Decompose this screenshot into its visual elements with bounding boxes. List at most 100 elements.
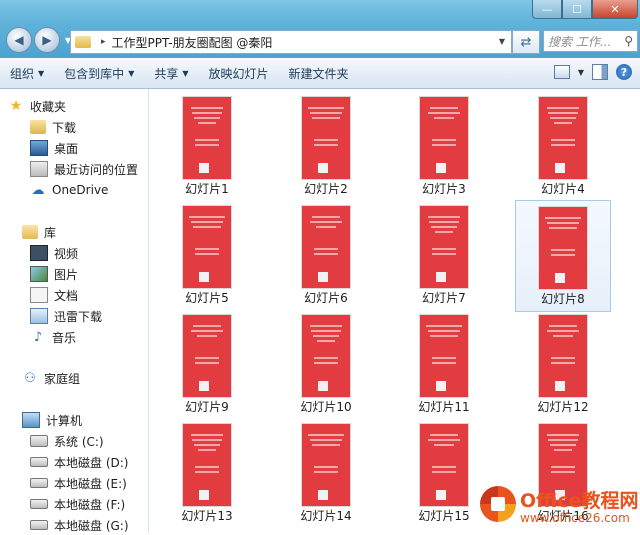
- breadcrumb-current[interactable]: 工作型PPT-朋友圈配图 @秦阳: [112, 34, 273, 51]
- maximize-button[interactable]: ☐: [562, 0, 592, 19]
- file-item[interactable]: 幻灯片11: [396, 309, 492, 421]
- slide-thumbnail: [420, 97, 468, 179]
- file-name: 幻灯片5: [185, 291, 229, 305]
- slide-thumbnail: [183, 206, 231, 288]
- sidebar-item-computer[interactable]: 计算机: [22, 410, 82, 430]
- slide-thumbnail: [420, 424, 468, 506]
- sidebar-item-music[interactable]: ♪ 音乐: [30, 327, 76, 347]
- recent-places-icon: [30, 161, 48, 177]
- sidebar-item-label: 最近访问的位置: [54, 162, 139, 177]
- include-library-label: 包含到库中: [64, 66, 125, 81]
- document-icon: [30, 287, 48, 303]
- new-folder-button[interactable]: 新建文件夹: [279, 65, 359, 82]
- file-name: 幻灯片2: [304, 182, 348, 196]
- file-item[interactable]: 幻灯片10: [278, 309, 374, 421]
- sidebar-item-onedrive[interactable]: ☁ OneDrive: [30, 180, 109, 200]
- slideshow-label: 放映幻灯片: [208, 66, 269, 81]
- search-placeholder: 搜索 工作...: [548, 34, 612, 49]
- sidebar-item-label: 家庭组: [44, 371, 81, 386]
- drive-icon: [30, 520, 48, 530]
- sidebar-item-label: 图片: [54, 267, 79, 282]
- office-logo-icon: [480, 486, 516, 522]
- slide-thumbnail: [183, 424, 231, 506]
- view-icon[interactable]: [553, 65, 570, 79]
- organize-menu[interactable]: 组织 ▼: [0, 65, 54, 82]
- refresh-button[interactable]: ⇄: [512, 30, 540, 54]
- sidebar-item-homegroup[interactable]: ⚇ 家庭组: [22, 368, 80, 388]
- sidebar-item-desktop[interactable]: 桌面: [30, 138, 78, 158]
- slide-thumbnail: [539, 315, 587, 397]
- drive-icon: [30, 499, 48, 509]
- forward-button[interactable]: ▶: [34, 27, 60, 53]
- command-bar: 组织 ▼ 包含到库中 ▼ 共享 ▼ 放映幻灯片 新建文件夹 ▼ ?: [0, 58, 640, 89]
- picture-icon: [30, 266, 48, 282]
- sidebar-item-downloads[interactable]: 下载: [30, 117, 76, 137]
- sidebar-item-label: 库: [44, 225, 57, 240]
- sidebar-item-favorites[interactable]: ★ 收藏夹: [8, 96, 66, 116]
- watermark-url: www.office26.com: [520, 511, 630, 525]
- back-button[interactable]: ◀: [6, 27, 32, 53]
- sidebar-item-drive-c[interactable]: 系统 (C:): [30, 431, 104, 451]
- sidebar-item-recent[interactable]: 最近访问的位置: [30, 159, 138, 179]
- file-name: 幻灯片9: [185, 400, 229, 414]
- breadcrumb-separator[interactable]: ▸: [101, 37, 106, 47]
- drive-icon: [30, 478, 48, 488]
- share-menu[interactable]: 共享 ▼: [144, 65, 198, 82]
- sidebar-item-drive-e[interactable]: 本地磁盘 (E:): [30, 473, 127, 493]
- include-library-menu[interactable]: 包含到库中 ▼: [54, 65, 144, 82]
- file-item[interactable]: 幻灯片4: [515, 91, 611, 203]
- search-icon: ⚲: [624, 34, 633, 48]
- file-item[interactable]: 幻灯片1: [159, 91, 255, 203]
- watermark: Office教程网 www.office26.com: [480, 482, 640, 533]
- minimize-button[interactable]: —: [532, 0, 562, 19]
- sidebar-item-drive-f[interactable]: 本地磁盘 (F:): [30, 494, 125, 514]
- close-button[interactable]: ✕: [592, 0, 638, 19]
- address-dropdown-icon[interactable]: ▼: [494, 30, 510, 52]
- sidebar-item-label: 桌面: [54, 141, 79, 156]
- window-controls: — ☐ ✕: [532, 0, 638, 19]
- slide-thumbnail: [539, 97, 587, 179]
- sidebar-item-libraries[interactable]: 库: [22, 222, 56, 242]
- file-item[interactable]: 幻灯片5: [159, 200, 255, 312]
- folder-icon: [75, 36, 91, 48]
- file-item[interactable]: 幻灯片7: [396, 200, 492, 312]
- file-name: 幻灯片12: [537, 400, 589, 414]
- sidebar-item-documents[interactable]: 文档: [30, 285, 78, 305]
- star-icon: ★: [9, 98, 23, 114]
- search-input[interactable]: 搜索 工作... ⚲: [543, 30, 638, 52]
- sidebar-item-label: 本地磁盘 (F:): [54, 497, 126, 512]
- file-item[interactable]: 幻灯片13: [159, 418, 255, 530]
- file-item[interactable]: 幻灯片14: [278, 418, 374, 530]
- file-item[interactable]: 幻灯片8: [515, 200, 611, 312]
- slide-thumbnail: [302, 97, 350, 179]
- sidebar-item-pictures[interactable]: 图片: [30, 264, 78, 284]
- file-item[interactable]: 幻灯片9: [159, 309, 255, 421]
- preview-pane-icon[interactable]: [592, 64, 608, 80]
- download-folder-icon: [30, 120, 46, 134]
- sidebar-item-label: OneDrive: [52, 183, 109, 197]
- slide-thumbnail: [302, 206, 350, 288]
- music-icon: ♪: [33, 329, 43, 345]
- video-icon: [30, 245, 48, 261]
- sidebar-item-label: 文档: [54, 288, 79, 303]
- slide-thumbnail: [302, 315, 350, 397]
- sidebar-item-label: 本地磁盘 (G:): [54, 518, 129, 533]
- sidebar-item-thunder[interactable]: 迅雷下载: [30, 306, 102, 326]
- sidebar-item-videos[interactable]: 视频: [30, 243, 78, 263]
- sidebar-item-label: 计算机: [46, 413, 83, 428]
- file-item[interactable]: 幻灯片12: [515, 309, 611, 421]
- sidebar-item-label: 迅雷下载: [54, 309, 103, 324]
- sidebar-item-drive-d[interactable]: 本地磁盘 (D:): [30, 452, 128, 472]
- file-item[interactable]: 幻灯片6: [278, 200, 374, 312]
- chevron-down-icon: ▼: [38, 68, 45, 78]
- chevron-down-icon: ▼: [128, 68, 135, 78]
- file-item[interactable]: 幻灯片15: [396, 418, 492, 530]
- chevron-down-icon[interactable]: ▼: [578, 68, 584, 77]
- address-bar[interactable]: ▸ 工作型PPT-朋友圈配图 @秦阳: [70, 30, 512, 54]
- help-icon[interactable]: ?: [616, 64, 632, 80]
- file-item[interactable]: 幻灯片3: [396, 91, 492, 203]
- slideshow-button[interactable]: 放映幻灯片: [199, 65, 279, 82]
- sidebar-item-drive-g[interactable]: 本地磁盘 (G:): [30, 515, 129, 535]
- file-name: 幻灯片15: [418, 509, 470, 523]
- file-item[interactable]: 幻灯片2: [278, 91, 374, 203]
